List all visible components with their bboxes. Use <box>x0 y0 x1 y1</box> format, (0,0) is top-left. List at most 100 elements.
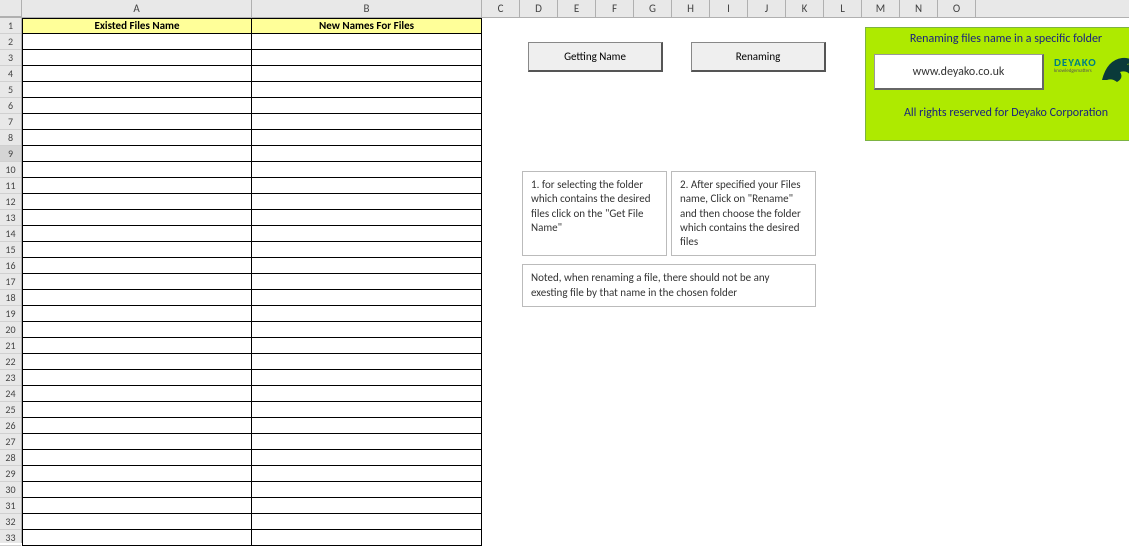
cell-existed-name[interactable] <box>22 258 252 274</box>
cell-new-name[interactable] <box>252 50 482 66</box>
col-head-O[interactable]: O <box>938 0 976 17</box>
cell-new-name[interactable] <box>252 338 482 354</box>
row-head-26[interactable]: 26 <box>0 418 21 434</box>
cell-existed-name[interactable] <box>22 530 252 546</box>
cell-existed-name[interactable] <box>22 322 252 338</box>
cell-new-name[interactable] <box>252 290 482 306</box>
cell-new-name[interactable] <box>252 418 482 434</box>
col-head-H[interactable]: H <box>672 0 710 17</box>
row-head-29[interactable]: 29 <box>0 466 21 482</box>
cell-existed-name[interactable] <box>22 434 252 450</box>
row-head-27[interactable]: 27 <box>0 434 21 450</box>
select-all-corner[interactable] <box>0 0 22 17</box>
cell-existed-name[interactable] <box>22 50 252 66</box>
row-head-10[interactable]: 10 <box>0 162 21 178</box>
row-head-2[interactable]: 2 <box>0 34 21 50</box>
row-head-4[interactable]: 4 <box>0 66 21 82</box>
col-head-B[interactable]: B <box>252 0 482 17</box>
cell-new-name[interactable] <box>252 482 482 498</box>
row-head-33[interactable]: 33 <box>0 530 21 546</box>
row-head-25[interactable]: 25 <box>0 402 21 418</box>
row-head-24[interactable]: 24 <box>0 386 21 402</box>
cell-new-name[interactable] <box>252 162 482 178</box>
row-head-6[interactable]: 6 <box>0 98 21 114</box>
cell-new-name[interactable] <box>252 82 482 98</box>
row-head-14[interactable]: 14 <box>0 226 21 242</box>
cell-existed-name[interactable] <box>22 290 252 306</box>
cell-existed-name[interactable] <box>22 418 252 434</box>
cell-new-name[interactable] <box>252 370 482 386</box>
row-head-9[interactable]: 9 <box>0 146 21 162</box>
row-head-13[interactable]: 13 <box>0 210 21 226</box>
cell-new-name[interactable] <box>252 114 482 130</box>
col-head-A[interactable]: A <box>22 0 252 17</box>
cell-new-name[interactable] <box>252 258 482 274</box>
col-head-M[interactable]: M <box>862 0 900 17</box>
cell-existed-name[interactable] <box>22 306 252 322</box>
cell-existed-name[interactable] <box>22 66 252 82</box>
col-head-G[interactable]: G <box>634 0 672 17</box>
row-head-21[interactable]: 21 <box>0 338 21 354</box>
row-head-23[interactable]: 23 <box>0 370 21 386</box>
cell-new-name[interactable] <box>252 498 482 514</box>
col-head-N[interactable]: N <box>900 0 938 17</box>
cell-existed-name[interactable] <box>22 386 252 402</box>
cell-new-name[interactable] <box>252 514 482 530</box>
cell-new-name[interactable] <box>252 386 482 402</box>
cell-new-name[interactable] <box>252 322 482 338</box>
col-head-J[interactable]: J <box>748 0 786 17</box>
cell-existed-name[interactable] <box>22 178 252 194</box>
cell-new-name[interactable] <box>252 242 482 258</box>
cell-new-name[interactable] <box>252 402 482 418</box>
row-head-28[interactable]: 28 <box>0 450 21 466</box>
cell-existed-name[interactable] <box>22 226 252 242</box>
cell-existed-name[interactable] <box>22 370 252 386</box>
cell-new-name[interactable] <box>252 274 482 290</box>
col-head-I[interactable]: I <box>710 0 748 17</box>
row-head-32[interactable]: 32 <box>0 514 21 530</box>
cell-new-name[interactable] <box>252 210 482 226</box>
cell-new-name[interactable] <box>252 466 482 482</box>
cell-existed-name[interactable] <box>22 466 252 482</box>
cell-existed-name[interactable] <box>22 498 252 514</box>
row-head-1[interactable]: 1 <box>0 18 21 34</box>
col-head-L[interactable]: L <box>824 0 862 17</box>
cell-new-name[interactable] <box>252 306 482 322</box>
row-head-3[interactable]: 3 <box>0 50 21 66</box>
row-head-17[interactable]: 17 <box>0 274 21 290</box>
row-head-11[interactable]: 11 <box>0 178 21 194</box>
cell-existed-name[interactable] <box>22 242 252 258</box>
row-head-20[interactable]: 20 <box>0 322 21 338</box>
row-head-12[interactable]: 12 <box>0 194 21 210</box>
col-a-header[interactable]: Existed Files Name <box>22 18 252 34</box>
cell-new-name[interactable] <box>252 434 482 450</box>
cell-existed-name[interactable] <box>22 82 252 98</box>
cell-existed-name[interactable] <box>22 34 252 50</box>
cell-new-name[interactable] <box>252 530 482 546</box>
col-head-E[interactable]: E <box>558 0 596 17</box>
getting-name-button[interactable]: Getting Name <box>528 42 663 72</box>
cell-new-name[interactable] <box>252 354 482 370</box>
cell-new-name[interactable] <box>252 194 482 210</box>
col-head-C[interactable]: C <box>482 0 520 17</box>
cell-existed-name[interactable] <box>22 114 252 130</box>
col-b-header[interactable]: New Names For Files <box>252 18 482 34</box>
cell-existed-name[interactable] <box>22 354 252 370</box>
col-head-F[interactable]: F <box>596 0 634 17</box>
cell-existed-name[interactable] <box>22 514 252 530</box>
cell-new-name[interactable] <box>252 34 482 50</box>
row-head-18[interactable]: 18 <box>0 290 21 306</box>
col-head-K[interactable]: K <box>786 0 824 17</box>
cell-existed-name[interactable] <box>22 402 252 418</box>
row-head-8[interactable]: 8 <box>0 130 21 146</box>
cell-existed-name[interactable] <box>22 274 252 290</box>
row-head-30[interactable]: 30 <box>0 482 21 498</box>
website-button[interactable]: www.deyako.co.uk <box>874 54 1044 90</box>
cell-new-name[interactable] <box>252 98 482 114</box>
row-head-15[interactable]: 15 <box>0 242 21 258</box>
cell-existed-name[interactable] <box>22 130 252 146</box>
cell-existed-name[interactable] <box>22 482 252 498</box>
cell-existed-name[interactable] <box>22 450 252 466</box>
col-head-D[interactable]: D <box>520 0 558 17</box>
row-head-16[interactable]: 16 <box>0 258 21 274</box>
